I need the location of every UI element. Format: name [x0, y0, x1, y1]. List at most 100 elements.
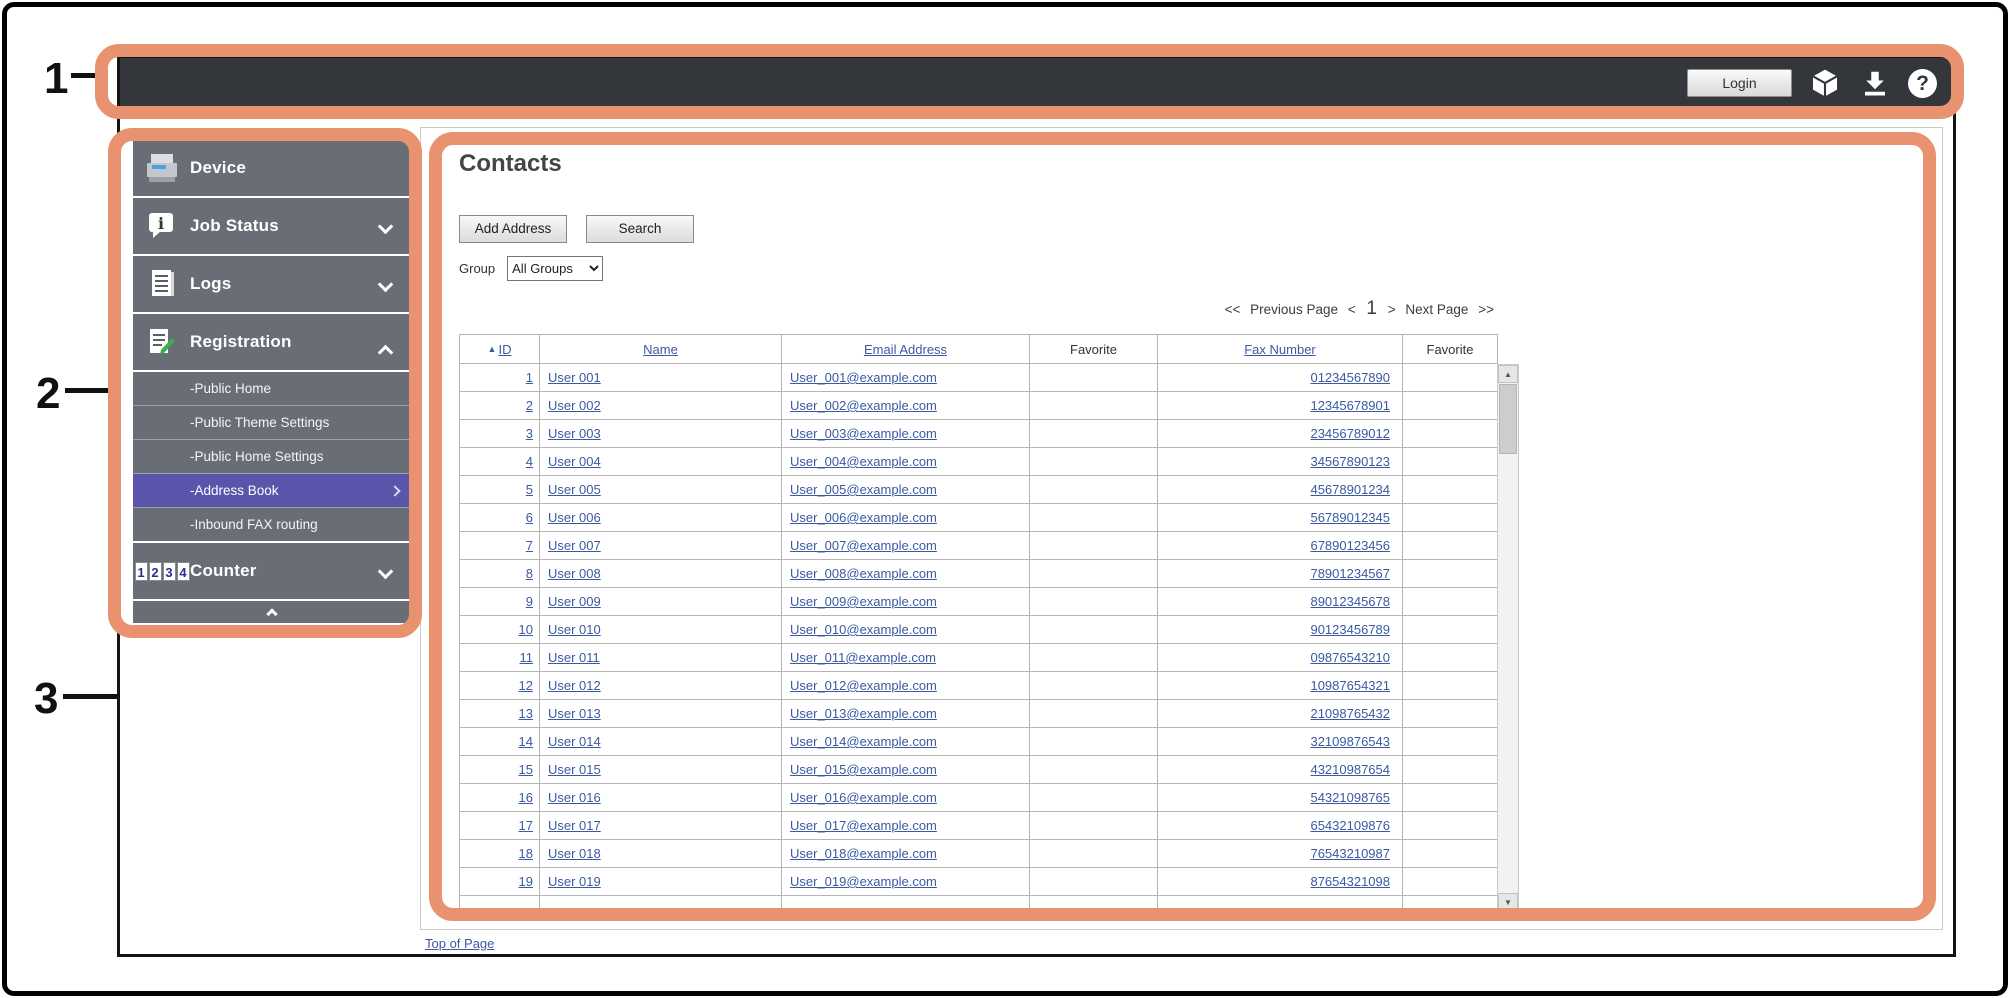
contact-name-link[interactable]: User 003	[548, 426, 601, 441]
sidebar-subitem-public-theme-settings[interactable]: -Public Theme Settings	[133, 406, 411, 439]
contact-fax-link[interactable]: 12345678901	[1310, 398, 1390, 413]
contact-fax-link[interactable]: 54321098765	[1310, 790, 1390, 805]
sidebar-subitem-inbound-fax-routing[interactable]: -Inbound FAX routing	[133, 508, 411, 541]
group-select[interactable]: All Groups	[507, 256, 603, 281]
contact-name-link[interactable]: User 014	[548, 734, 601, 749]
last-page-control[interactable]: >>	[1478, 302, 1494, 317]
sidebar-item-counter[interactable]: 1234 Counter	[133, 543, 411, 599]
contact-fax-link[interactable]: 23456789012	[1310, 426, 1390, 441]
contact-fax-link[interactable]: 43210987654	[1310, 762, 1390, 777]
contact-email-link[interactable]: User_006@example.com	[790, 510, 937, 525]
contact-name-link[interactable]: User 018	[548, 846, 601, 861]
contact-email-link[interactable]: User_016@example.com	[790, 790, 937, 805]
contact-email-link[interactable]: User_007@example.com	[790, 538, 937, 553]
contact-name-link[interactable]: User 006	[548, 510, 601, 525]
sidebar-item-device[interactable]: Device	[133, 140, 411, 196]
contact-email-link[interactable]: User_014@example.com	[790, 734, 937, 749]
contact-email-link[interactable]: User_009@example.com	[790, 594, 937, 609]
contact-name-link[interactable]: User 017	[548, 818, 601, 833]
contact-name-link[interactable]: User 009	[548, 594, 601, 609]
contact-email-link[interactable]: User_017@example.com	[790, 818, 937, 833]
contact-name-link[interactable]: User 001	[548, 370, 601, 385]
scrollbar-thumb[interactable]	[1499, 384, 1517, 454]
contact-id-link[interactable]: 12	[519, 678, 533, 693]
contact-id-link[interactable]: 7	[526, 538, 533, 553]
first-page-control[interactable]: <<	[1225, 302, 1241, 317]
contact-id-link[interactable]: 15	[519, 762, 533, 777]
contact-email-link[interactable]: User_005@example.com	[790, 482, 937, 497]
add-address-button[interactable]: Add Address	[459, 215, 567, 243]
contact-id-link[interactable]: 5	[526, 482, 533, 497]
scroll-up-button[interactable]: ▲	[1498, 365, 1518, 383]
contact-name-link[interactable]: User 002	[548, 398, 601, 413]
contact-email-link[interactable]: User_001@example.com	[790, 370, 937, 385]
contact-email-link[interactable]: User_003@example.com	[790, 426, 937, 441]
contact-name-link[interactable]: User 010	[548, 622, 601, 637]
contact-id-link[interactable]: 13	[519, 706, 533, 721]
contact-id-link[interactable]: 19	[519, 874, 533, 889]
contact-id-link[interactable]: 3	[526, 426, 533, 441]
contact-fax-link[interactable]: 10987654321	[1310, 678, 1390, 693]
scroll-down-button[interactable]: ▼	[1498, 893, 1518, 911]
contact-email-link[interactable]: User_008@example.com	[790, 566, 937, 581]
contact-fax-link[interactable]: 09876543210	[1310, 650, 1390, 665]
top-of-page-link[interactable]: Top of Page	[425, 936, 494, 951]
contact-name-link[interactable]: User 019	[548, 874, 601, 889]
sort-by-email-link[interactable]: Email Address	[864, 342, 947, 357]
contact-fax-link[interactable]: 67890123456	[1310, 538, 1390, 553]
contact-fax-link[interactable]: 90123456789	[1310, 622, 1390, 637]
contact-email-link[interactable]: User_019@example.com	[790, 874, 937, 889]
vertical-scrollbar[interactable]: ▲ ▼	[1497, 364, 1519, 912]
next-arrow-control[interactable]: >	[1388, 302, 1396, 317]
download-icon[interactable]	[1858, 67, 1891, 99]
contact-email-link[interactable]: User_018@example.com	[790, 846, 937, 861]
contact-name-link[interactable]: User 016	[548, 790, 601, 805]
login-button[interactable]: Login	[1687, 69, 1792, 97]
sort-by-name-link[interactable]: Name	[643, 342, 678, 357]
contact-fax-link[interactable]: 01234567890	[1310, 370, 1390, 385]
device-cube-icon[interactable]	[1808, 67, 1841, 99]
help-icon[interactable]: ?	[1906, 67, 1939, 99]
contact-name-link[interactable]: User 012	[548, 678, 601, 693]
contact-name-link[interactable]: User 015	[548, 762, 601, 777]
contact-id-link[interactable]: 9	[526, 594, 533, 609]
contact-name-link[interactable]: User 011	[548, 650, 600, 665]
contact-fax-link[interactable]: 78901234567	[1310, 566, 1390, 581]
search-button[interactable]: Search	[586, 215, 694, 243]
contact-email-link[interactable]: User_004@example.com	[790, 454, 937, 469]
previous-page-control[interactable]: Previous Page	[1250, 302, 1338, 317]
contact-name-link[interactable]: User 008	[548, 566, 601, 581]
contact-fax-link[interactable]: 56789012345	[1310, 510, 1390, 525]
contact-name-link[interactable]: User 013	[548, 706, 601, 721]
contact-id-link[interactable]: 4	[526, 454, 533, 469]
contact-id-link[interactable]: 1	[526, 370, 533, 385]
contact-email-link[interactable]: User_015@example.com	[790, 762, 937, 777]
sidebar-subitem-public-home-settings[interactable]: -Public Home Settings	[133, 440, 411, 473]
contact-id-link[interactable]: 10	[519, 622, 533, 637]
sidebar-collapse-button[interactable]	[133, 601, 411, 623]
sidebar-item-logs[interactable]: Logs	[133, 256, 411, 312]
next-page-control[interactable]: Next Page	[1405, 302, 1468, 317]
contact-fax-link[interactable]: 87654321098	[1310, 874, 1390, 889]
sidebar-subitem-public-home[interactable]: -Public Home	[133, 372, 411, 405]
contact-fax-link[interactable]: 89012345678	[1310, 594, 1390, 609]
contact-id-link[interactable]: 18	[519, 846, 533, 861]
contact-name-link[interactable]: User 007	[548, 538, 601, 553]
contact-email-link[interactable]: User_011@example.com	[790, 650, 936, 665]
sidebar-item-job-status[interactable]: i Job Status	[133, 198, 411, 254]
sidebar-subitem-address-book[interactable]: -Address Book	[133, 474, 411, 507]
contact-email-link[interactable]: User_013@example.com	[790, 706, 937, 721]
contact-email-link[interactable]: User_012@example.com	[790, 678, 937, 693]
contact-email-link[interactable]: User_002@example.com	[790, 398, 937, 413]
contact-fax-link[interactable]: 21098765432	[1310, 706, 1390, 721]
contact-fax-link[interactable]: 45678901234	[1310, 482, 1390, 497]
contact-email-link[interactable]: User_010@example.com	[790, 622, 937, 637]
contact-fax-link[interactable]: 32109876543	[1310, 734, 1390, 749]
contact-id-link[interactable]: 17	[519, 818, 533, 833]
sidebar-item-registration[interactable]: Registration	[133, 314, 411, 370]
contact-fax-link[interactable]: 34567890123	[1310, 454, 1390, 469]
contact-name-link[interactable]: User 004	[548, 454, 601, 469]
sort-by-fax-link[interactable]: Fax Number	[1244, 342, 1316, 357]
contact-id-link[interactable]: 2	[526, 398, 533, 413]
contact-fax-link[interactable]: 76543210987	[1310, 846, 1390, 861]
